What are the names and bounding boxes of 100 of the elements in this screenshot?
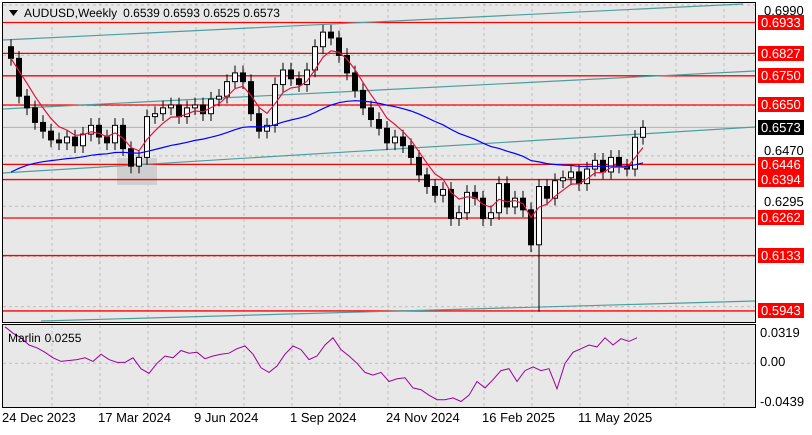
date-axis-label: 24 Dec 2023	[2, 410, 76, 425]
candlestick	[472, 184, 478, 206]
candlestick	[56, 132, 62, 151]
candlestick	[480, 190, 486, 226]
candlestick	[520, 190, 526, 218]
candlestick	[288, 62, 294, 87]
price-level-label: 0.6133	[758, 248, 804, 264]
candlestick	[456, 204, 462, 226]
candlestick	[368, 100, 374, 128]
candlestick	[392, 129, 398, 151]
candlestick	[576, 164, 582, 192]
candlestick	[312, 38, 318, 78]
candlestick	[408, 138, 414, 166]
candlestick	[104, 129, 110, 151]
price-axis-label: 0.6470	[764, 144, 804, 158]
candlestick	[416, 150, 422, 183]
candlestick	[192, 97, 198, 116]
candlestick	[112, 118, 118, 151]
candlestick	[144, 108, 150, 166]
candlestick	[152, 106, 158, 124]
candlestick	[360, 82, 366, 116]
candlestick	[296, 70, 302, 92]
candlestick	[160, 100, 166, 122]
candlestick	[528, 202, 534, 253]
ohlc-values: 0.6539 0.6593 0.6525 0.6573	[123, 6, 280, 20]
candlestick	[264, 118, 270, 139]
indicator-axis-label: -0.0439	[760, 395, 804, 410]
candlestick	[560, 170, 566, 188]
dropdown-triangle-icon[interactable]	[9, 10, 18, 16]
candlestick	[48, 123, 54, 148]
candlestick	[256, 106, 262, 139]
candlestick	[248, 74, 254, 122]
price-level-label: 0.6446	[758, 156, 804, 172]
price-level-label: 0.6573	[758, 120, 804, 135]
candlestick	[616, 150, 622, 174]
candlestick	[72, 129, 78, 154]
price-axis-label: 0.6990	[764, 4, 804, 18]
price-level-label: 0.6650	[758, 97, 804, 112]
price-level-label: 0.6394	[758, 172, 804, 188]
candlestick	[8, 38, 14, 66]
indicator-axis-label: 0.0319	[760, 326, 800, 340]
indicator-axis-label: 0.00	[760, 355, 786, 370]
candlestick	[168, 97, 174, 116]
date-axis-label: 24 Nov 2024	[386, 410, 460, 425]
candlestick	[464, 184, 470, 221]
candlestick	[336, 30, 342, 64]
candlestick	[512, 190, 518, 215]
candlestick	[504, 176, 510, 215]
candlestick	[184, 100, 190, 124]
candlestick	[352, 65, 358, 98]
price-level-label: 0.6827	[758, 46, 804, 61]
candlestick	[496, 176, 502, 221]
date-axis-label: 9 Jun 2024	[194, 410, 258, 425]
candlestick	[440, 182, 446, 204]
candlestick	[400, 129, 406, 154]
candlestick	[24, 88, 30, 116]
candlestick	[200, 97, 206, 122]
candlestick	[216, 88, 222, 107]
candlestick	[120, 118, 126, 156]
candlestick	[88, 118, 94, 142]
candlestick	[376, 112, 382, 136]
candlestick	[280, 62, 286, 92]
candlestick	[16, 50, 22, 104]
indicator-value: 0.0255	[44, 331, 82, 345]
candlestick	[448, 182, 454, 226]
date-axis-label: 11 May 2025	[578, 410, 652, 425]
symbol-label: AUDUSD,Weekly	[24, 6, 118, 20]
candlestick	[328, 24, 334, 46]
candlestick	[608, 150, 614, 180]
candlestick	[640, 120, 646, 146]
candlestick	[632, 130, 638, 177]
candlestick	[232, 65, 238, 90]
candlestick	[552, 172, 558, 206]
candlestick	[592, 152, 598, 177]
candlestick	[584, 161, 590, 192]
price-level-label: 0.5943	[758, 303, 804, 318]
price-level-label: 0.6262	[758, 210, 804, 226]
candlestick	[40, 114, 46, 139]
candlestick	[424, 167, 430, 194]
candlestick	[384, 120, 390, 151]
candlestick	[304, 62, 310, 92]
candlestick	[136, 150, 142, 174]
candlestick	[224, 74, 230, 104]
candlestick	[568, 164, 574, 186]
price-level-label: 0.6933	[758, 15, 804, 30]
candlestick	[272, 76, 278, 134]
candlestick	[320, 24, 326, 54]
candlestick	[128, 140, 134, 174]
candlestick	[96, 118, 102, 145]
candlestick	[544, 178, 550, 206]
candlestick	[240, 65, 246, 90]
price-axis-label: 0.6295	[764, 195, 804, 210]
candlestick	[64, 129, 70, 151]
candlestick	[432, 178, 438, 204]
candlestick	[344, 48, 350, 81]
candlestick	[176, 97, 182, 124]
date-axis-label: 1 Sep 2024	[290, 410, 357, 425]
price-level-label: 0.6750	[758, 68, 804, 84]
date-axis-label: 17 Mar 2024	[98, 410, 171, 425]
candlestick	[32, 100, 38, 130]
